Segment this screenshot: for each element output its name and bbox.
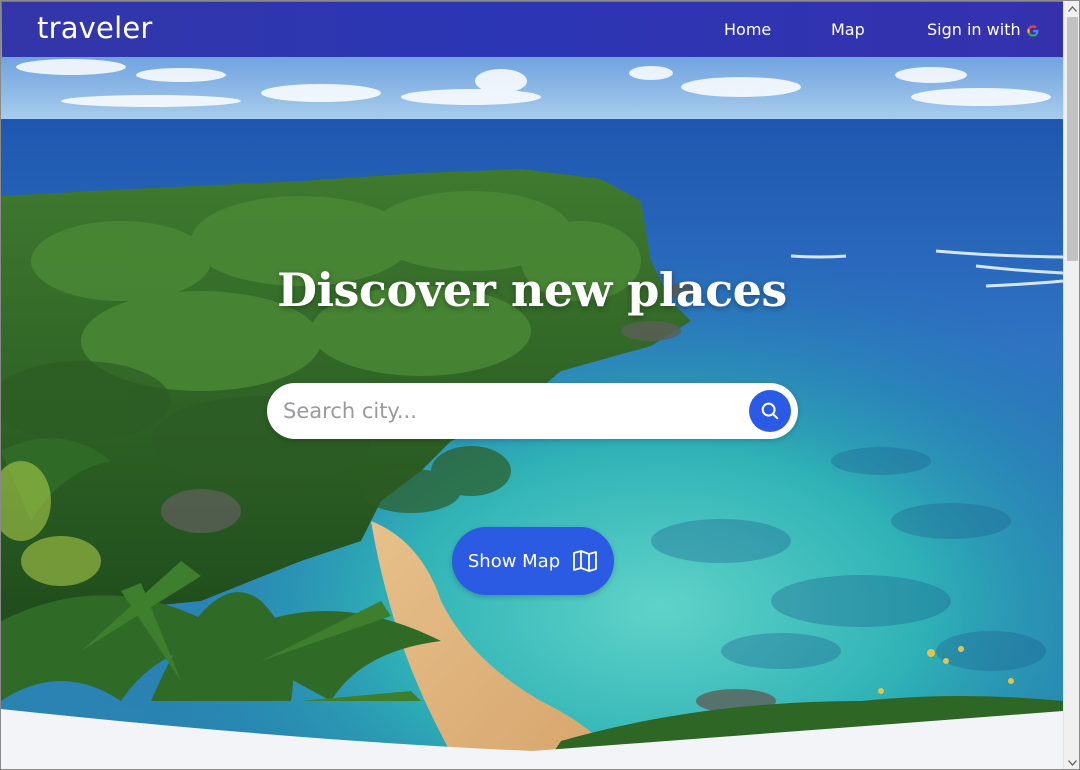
hero-section: Discover new places Show Map [1,1,1063,769]
scroll-down-arrow-icon[interactable] [1064,756,1079,769]
show-map-button[interactable]: Show Map [452,527,614,595]
brand-logo[interactable]: traveler [37,11,153,45]
nav-home-link[interactable]: Home [724,20,771,39]
top-navbar: traveler Home Map Sign in with [2,2,1063,57]
scroll-up-arrow-icon[interactable] [1064,2,1079,16]
nav-signin-link[interactable]: Sign in with [927,20,1040,39]
search-button[interactable] [749,390,791,432]
signin-label: Sign in with [927,20,1021,39]
google-icon [1026,23,1040,37]
nav-map-link[interactable]: Map [831,20,865,39]
city-search-bar [267,383,798,439]
search-icon [759,400,781,422]
city-search-input[interactable] [283,383,743,439]
hero-bottom-divider [1,709,1063,769]
browser-viewport: Discover new places Show Map [0,0,1080,770]
scrollbar-thumb[interactable] [1067,17,1078,261]
hero-headline: Discover new places [277,263,787,317]
vertical-scrollbar[interactable] [1063,1,1079,769]
show-map-label: Show Map [467,550,561,572]
map-icon [572,549,598,573]
